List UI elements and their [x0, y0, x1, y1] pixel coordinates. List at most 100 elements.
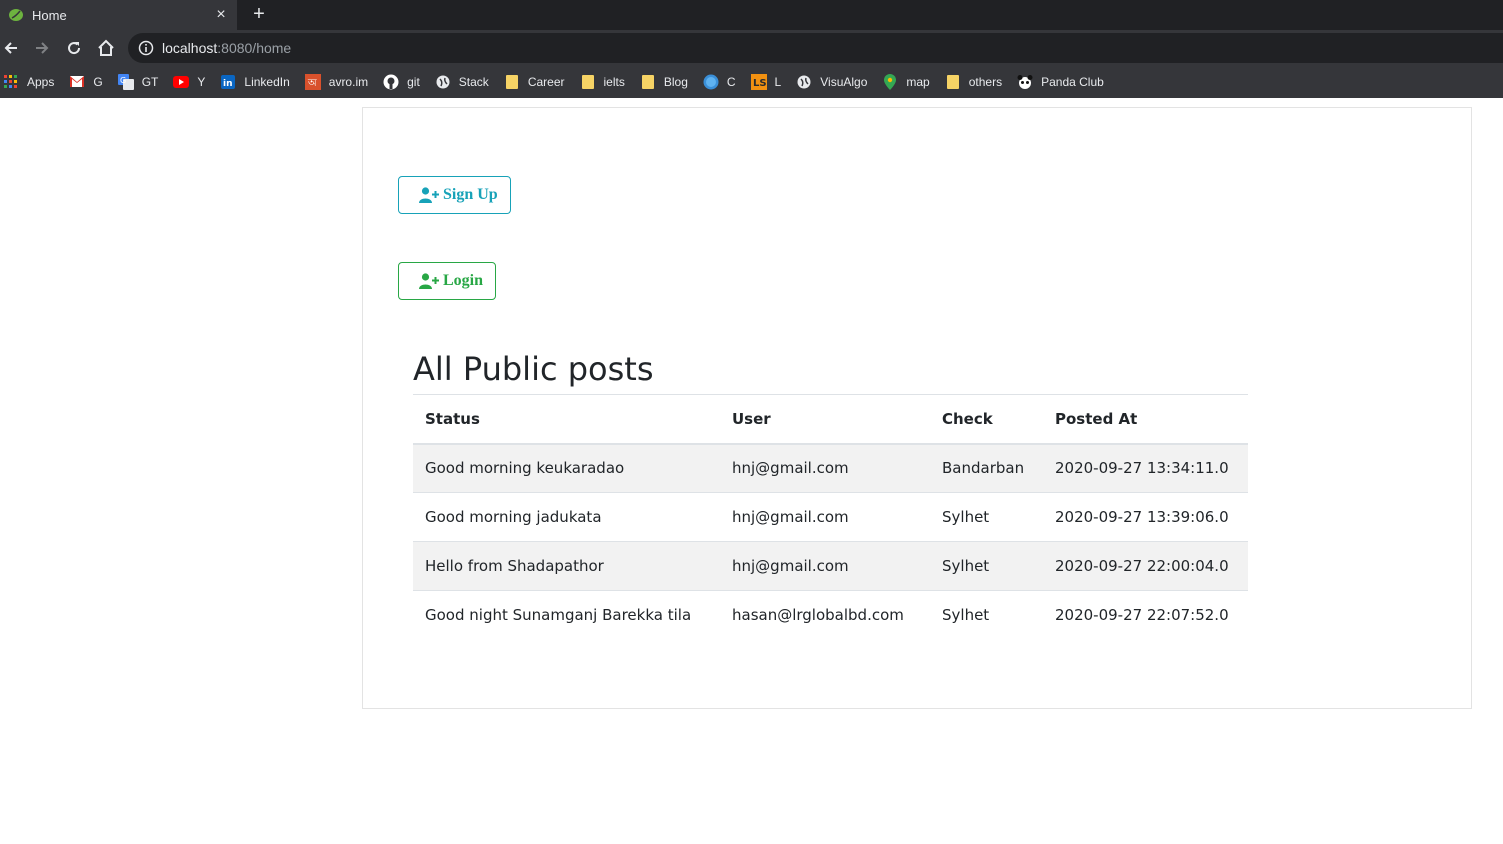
google-translate-icon: G: [117, 73, 134, 90]
bookmarks-bar: Apps G G GT Y in LinkedIn অ avro.im git: [0, 65, 1503, 98]
bookmark-l[interactable]: LS L: [750, 73, 782, 90]
column-header-posted-at: Posted At: [1043, 394, 1248, 445]
reload-icon[interactable]: [63, 37, 85, 59]
table-row: Good morning jadukata hnj@gmail.com Sylh…: [413, 492, 1248, 542]
content-card: Sign Up Login All Public posts Status Us…: [362, 107, 1472, 709]
cell-posted-at: 2020-09-27 22:07:52.0: [1043, 590, 1248, 640]
bookmark-label: ielts: [603, 74, 625, 89]
table-row: Hello from Shadapathor hnj@gmail.com Syl…: [413, 541, 1248, 591]
cell-check: Sylhet: [930, 590, 1043, 640]
login-button[interactable]: Login: [398, 262, 496, 300]
bookmark-folder-career[interactable]: Career: [504, 74, 565, 90]
bookmark-youtube[interactable]: Y: [173, 74, 205, 90]
maps-pin-icon: [882, 73, 898, 90]
folder-icon: [945, 74, 961, 90]
bookmark-apps[interactable]: Apps: [3, 74, 54, 90]
globe-icon: [796, 74, 812, 90]
bookmark-label: Y: [197, 74, 206, 89]
bookmark-folder-others[interactable]: others: [945, 74, 1002, 90]
folder-icon: [504, 74, 520, 90]
table-row: Good morning keukaradao hnj@gmail.com Ba…: [413, 443, 1248, 493]
bookmark-visualgo[interactable]: VisuAlgo: [796, 74, 867, 90]
bookmark-folder-ielts[interactable]: ielts: [580, 74, 625, 90]
bookmark-label: GT: [141, 74, 159, 89]
address-bar[interactable]: localhost:8080/home: [128, 33, 1503, 63]
info-icon[interactable]: [138, 40, 154, 56]
cell-posted-at: 2020-09-27 13:34:11.0: [1043, 443, 1248, 493]
bookmark-github[interactable]: git: [383, 74, 420, 90]
cell-user: hnj@gmail.com: [720, 492, 930, 542]
bookmark-label: G: [93, 74, 103, 89]
signup-button[interactable]: Sign Up: [398, 176, 511, 214]
tab-title: Home: [32, 7, 67, 23]
tab-home[interactable]: Home ×: [0, 0, 237, 30]
github-icon: [383, 74, 399, 90]
bookmark-label: L: [774, 74, 782, 89]
panda-icon: [1017, 74, 1033, 90]
bookmark-label: C: [726, 74, 736, 89]
cell-user: hnj@gmail.com: [720, 541, 930, 591]
column-header-status: Status: [413, 394, 720, 445]
cell-status: Good night Sunamganj Barekka tila: [413, 590, 720, 640]
posts-table: Status User Check Posted At Good morning…: [413, 394, 1248, 640]
youtube-icon: [173, 74, 190, 90]
bookmark-folder-blog[interactable]: Blog: [640, 74, 688, 90]
cell-status: Good morning keukaradao: [413, 443, 720, 493]
column-header-user: User: [720, 394, 930, 445]
new-tab-button[interactable]: +: [248, 3, 270, 25]
bookmark-label: avro.im: [328, 74, 369, 89]
bookmark-google-translate[interactable]: G GT: [117, 73, 159, 90]
forward-arrow-icon[interactable]: [31, 37, 53, 59]
cell-posted-at: 2020-09-27 13:39:06.0: [1043, 492, 1248, 542]
circle-icon: [703, 74, 719, 90]
page-title: All Public posts: [413, 350, 654, 388]
cell-status: Hello from Shadapathor: [413, 541, 720, 591]
svg-text:G: G: [120, 76, 126, 85]
table-header-row: Status User Check Posted At: [413, 394, 1248, 445]
back-arrow-icon[interactable]: [0, 37, 22, 59]
bookmark-c[interactable]: C: [703, 74, 736, 90]
url-path: :8080/home: [217, 40, 292, 56]
apps-grid-icon: [3, 74, 19, 90]
column-header-check: Check: [930, 394, 1043, 445]
bookmark-linkedin[interactable]: in LinkedIn: [220, 74, 290, 90]
folder-icon: [580, 74, 596, 90]
tab-strip: Home × +: [0, 0, 1503, 30]
bookmark-label: others: [968, 74, 1003, 89]
bookmark-label: Stack: [458, 74, 489, 89]
bookmark-label: LinkedIn: [244, 74, 290, 89]
cell-user: hnj@gmail.com: [720, 443, 930, 493]
user-plus-icon: [419, 187, 439, 203]
bookmark-gmail[interactable]: G: [69, 74, 103, 90]
bookmark-label: VisuAlgo: [820, 74, 868, 89]
bookmark-avro[interactable]: অ avro.im: [304, 73, 369, 90]
bookmark-label: Panda Club: [1041, 74, 1104, 89]
cell-status: Good morning jadukata: [413, 492, 720, 542]
bookmark-map[interactable]: map: [882, 73, 930, 90]
bookmark-label: map: [906, 74, 930, 89]
bookmark-label: Career: [527, 74, 565, 89]
cell-check: Sylhet: [930, 541, 1043, 591]
spring-leaf-icon: [8, 7, 24, 23]
svg-text:অ: অ: [307, 78, 317, 89]
user-plus-icon: [419, 273, 439, 289]
folder-icon: [640, 74, 656, 90]
svg-text:in: in: [223, 79, 233, 89]
gmail-icon: [69, 74, 85, 90]
cell-check: Sylhet: [930, 492, 1043, 542]
bookmark-label: Apps: [27, 74, 55, 89]
table-row: Good night Sunamganj Barekka tila hasan@…: [413, 590, 1248, 640]
bookmark-stack[interactable]: Stack: [435, 74, 489, 90]
home-icon[interactable]: [95, 37, 117, 59]
linkedin-icon: in: [220, 74, 236, 90]
bookmark-label: Blog: [663, 74, 688, 89]
svg-text:LS: LS: [753, 78, 767, 89]
close-tab-icon[interactable]: ×: [211, 5, 231, 25]
login-label: Login: [443, 272, 484, 289]
signup-label: Sign Up: [443, 186, 498, 203]
bookmark-label: git: [407, 74, 420, 89]
cell-posted-at: 2020-09-27 22:00:04.0: [1043, 541, 1248, 591]
bookmark-panda-club[interactable]: Panda Club: [1017, 74, 1104, 90]
letter-l-icon: LS: [750, 73, 767, 90]
avro-icon: অ: [304, 73, 321, 90]
